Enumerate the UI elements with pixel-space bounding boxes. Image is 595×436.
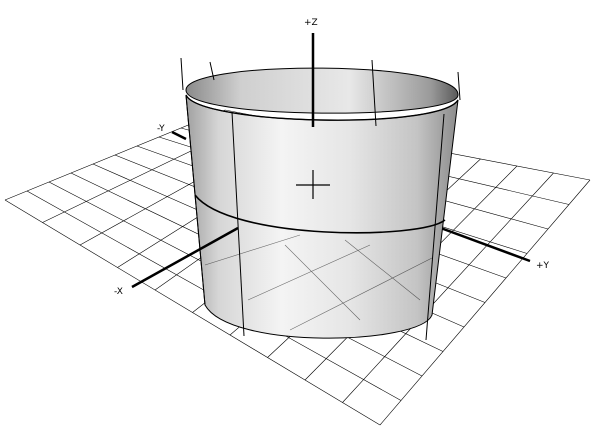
cylinder-outer-surface[interactable] (185, 94, 459, 339)
seam-top-left-post (180, 57, 184, 91)
axis-label-pos-z: +Z (304, 18, 318, 28)
viewport-canvas[interactable]: +Z -Y +Y -X (0, 0, 595, 431)
cylinder-inner-wall[interactable] (185, 67, 459, 114)
axis-label-neg-y: -Y (157, 124, 165, 134)
3d-viewport[interactable]: +Z -Y +Y -X (0, 0, 595, 431)
axis-pos-y-back (437, 225, 531, 263)
axis-neg-y-back (171, 130, 187, 141)
axis-label-pos-y: +Y (536, 261, 550, 271)
axis-label-neg-x: -X (114, 287, 123, 297)
